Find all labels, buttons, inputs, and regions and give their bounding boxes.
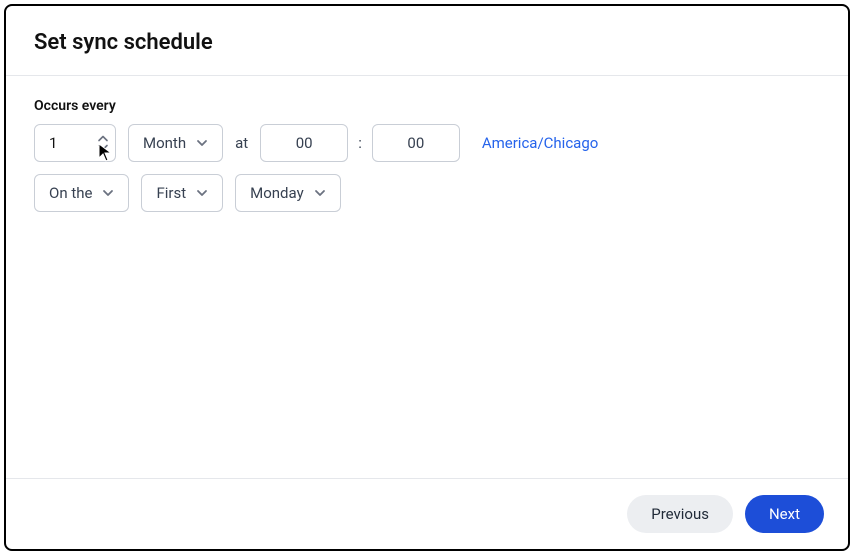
- hour-value: 00: [296, 134, 313, 152]
- ordinal-select[interactable]: First: [141, 174, 223, 212]
- timezone-link[interactable]: America/Chicago: [482, 134, 598, 152]
- unit-select-value: Month: [143, 134, 186, 152]
- ordinal-value: First: [156, 184, 186, 202]
- chevron-down-icon: [97, 144, 109, 152]
- chevron-down-icon: [102, 189, 114, 197]
- modal-title: Set sync schedule: [34, 30, 820, 55]
- on-the-select[interactable]: On the: [34, 174, 129, 212]
- modal-footer: Previous Next: [6, 478, 848, 549]
- schedule-row-1: 1 Month at 00 : 00 America/Chicago: [34, 124, 820, 162]
- interval-stepper[interactable]: 1: [34, 124, 116, 162]
- unit-select[interactable]: Month: [128, 124, 223, 162]
- weekday-select[interactable]: Monday: [235, 174, 341, 212]
- hour-input[interactable]: 00: [260, 124, 348, 162]
- weekday-value: Monday: [250, 184, 304, 202]
- minute-value: 00: [407, 134, 424, 152]
- modal-body: Occurs every 1 Month at 00 :: [6, 76, 848, 478]
- at-label: at: [235, 134, 248, 152]
- previous-button[interactable]: Previous: [627, 495, 733, 533]
- time-colon: :: [358, 134, 362, 152]
- chevron-up-icon: [97, 135, 109, 143]
- chevron-down-icon: [196, 139, 208, 147]
- on-the-value: On the: [49, 184, 92, 202]
- chevron-down-icon: [314, 189, 326, 197]
- occurs-every-label: Occurs every: [34, 98, 820, 114]
- stepper-controls[interactable]: [97, 135, 109, 152]
- interval-value: 1: [49, 134, 57, 152]
- next-button[interactable]: Next: [745, 495, 824, 533]
- sync-schedule-modal: Set sync schedule Occurs every 1 Month a…: [4, 4, 850, 551]
- schedule-row-2: On the First Monday: [34, 174, 820, 212]
- modal-header: Set sync schedule: [6, 6, 848, 76]
- chevron-down-icon: [196, 189, 208, 197]
- minute-input[interactable]: 00: [372, 124, 460, 162]
